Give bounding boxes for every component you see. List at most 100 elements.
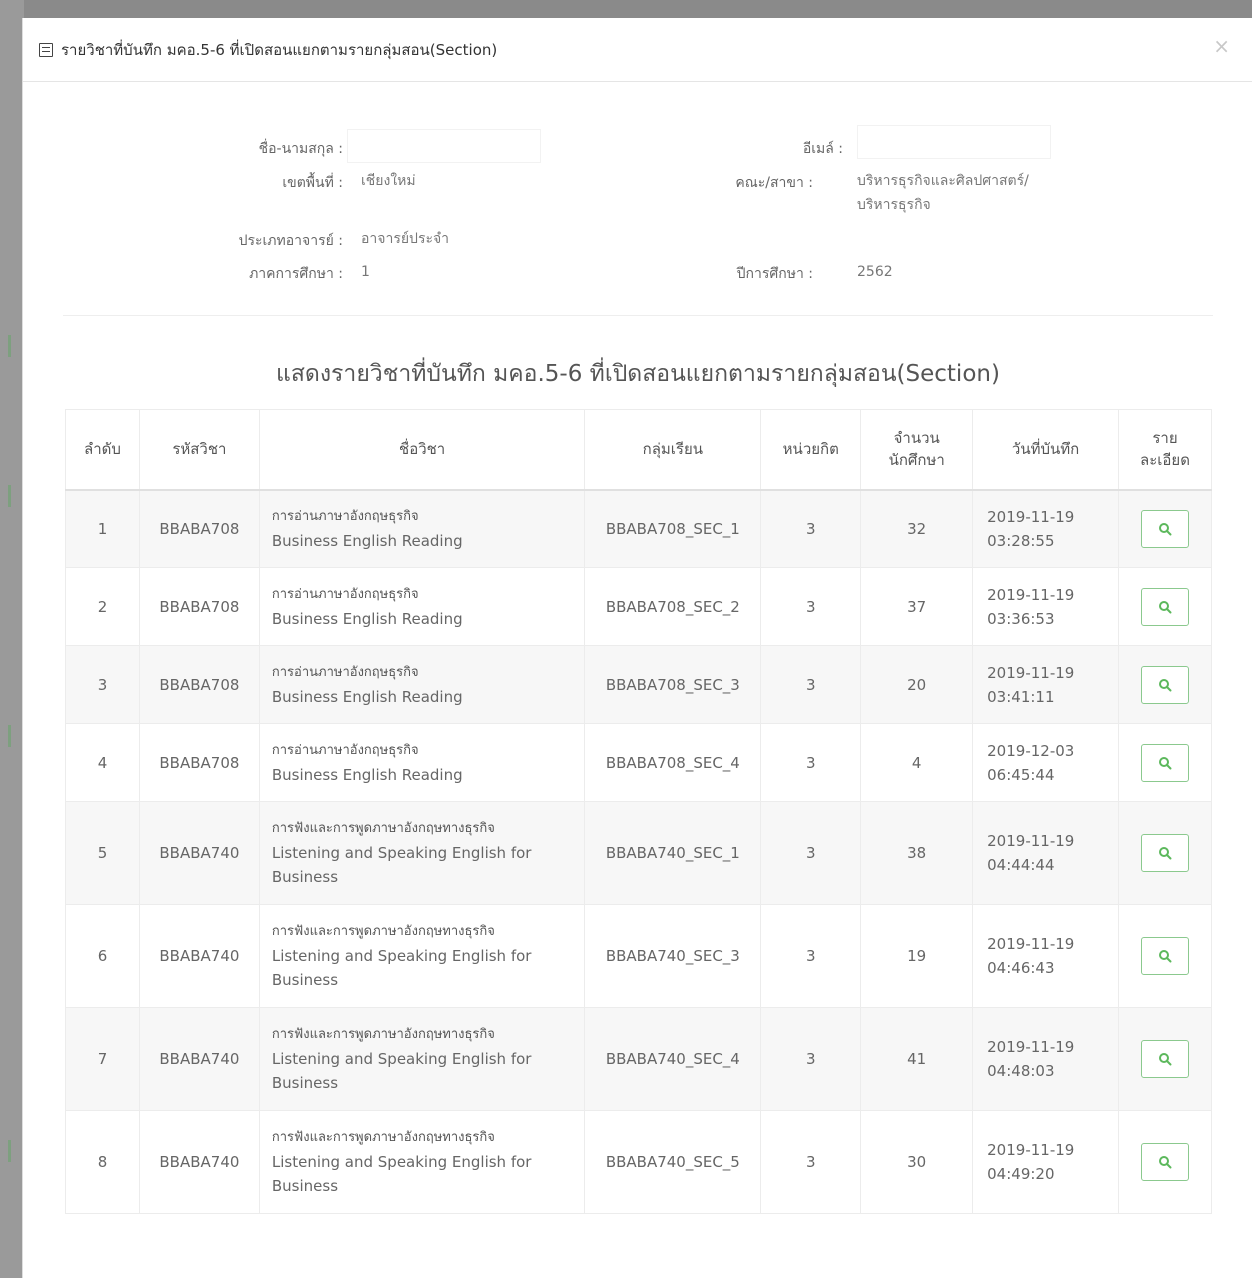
header-code: รหัสวิชา bbox=[138, 409, 260, 491]
cell-code: BBABA708 bbox=[138, 489, 260, 568]
time-value: 03:36:53 bbox=[987, 609, 1055, 628]
cell-code: BBABA740 bbox=[138, 801, 260, 905]
year-value: 2562 bbox=[857, 264, 893, 280]
detail-button[interactable] bbox=[1141, 1143, 1189, 1181]
cell-detail bbox=[1118, 723, 1212, 802]
cell-group: BBABA740_SEC_3 bbox=[584, 904, 762, 1008]
detail-button[interactable] bbox=[1141, 665, 1189, 704]
close-button[interactable]: × bbox=[1213, 36, 1230, 56]
list-icon bbox=[39, 42, 53, 57]
cell-credit: 3 bbox=[760, 1110, 862, 1214]
cell-detail bbox=[1118, 567, 1212, 646]
subject-thai: การฟังและการพูดภาษาอังกฤษทางธุรกิจ bbox=[271, 924, 495, 939]
detail-button[interactable] bbox=[1141, 743, 1189, 782]
cell-group: BBABA740_SEC_1 bbox=[584, 801, 762, 905]
cell-date: 2019-11-19 04:48:03 bbox=[972, 1007, 1120, 1111]
search-icon bbox=[1159, 600, 1172, 613]
detail-button[interactable] bbox=[1141, 509, 1189, 548]
subject-english: Business English Reading bbox=[271, 765, 463, 784]
cell-credit: 3 bbox=[760, 645, 862, 724]
cell-date: 2019-11-19 03:36:53 bbox=[972, 567, 1120, 646]
cell-detail bbox=[1118, 904, 1212, 1008]
date-value: 2019-11-19 bbox=[987, 663, 1075, 682]
cell-subject: การอ่านภาษาอังกฤษธุรกิจ Business English… bbox=[258, 723, 586, 802]
subject-thai: การอ่านภาษาอังกฤษธุรกิจ bbox=[271, 586, 419, 602]
cell-detail bbox=[1118, 1007, 1212, 1111]
subject-english: Listening and Speaking English for Busin… bbox=[271, 844, 532, 886]
date-value: 2019-11-19 bbox=[987, 935, 1075, 953]
modal-title: รายวิชาที่บันทึก มคอ.5-6 ที่เปิดสอนแยกตา… bbox=[39, 38, 497, 62]
faculty-value-line1: บริหารธุรกิจและศิลปศาสตร์/ bbox=[857, 173, 1029, 189]
header-group: กลุ่มเรียน bbox=[584, 409, 762, 491]
cell-subject: การฟังและการพูดภาษาอังกฤษทางธุรกิจ Liste… bbox=[258, 904, 586, 1008]
cell-credit: 3 bbox=[760, 567, 862, 646]
cell-no: 1 bbox=[65, 489, 140, 568]
table-row: 7 BBABA740 การฟังและการพูดภาษาอังกฤษทางธ… bbox=[65, 1007, 1212, 1111]
subject-english: Listening and Speaking English for Busin… bbox=[271, 1153, 532, 1195]
table-row: 2 BBABA708 การอ่านภาษาอังกฤษธุรกิจ Busin… bbox=[65, 567, 1212, 646]
teacher-type-label: ประเภทอาจารย์ : bbox=[238, 233, 343, 249]
table-row: 6 BBABA740 การฟังและการพูดภาษาอังกฤษทางธ… bbox=[65, 904, 1212, 1008]
cell-detail bbox=[1118, 645, 1212, 724]
cell-code: BBABA708 bbox=[138, 567, 260, 646]
cell-credit: 3 bbox=[760, 1007, 862, 1111]
cell-students: 38 bbox=[860, 801, 974, 905]
search-icon bbox=[1159, 1156, 1172, 1169]
date-value: 2019-11-19 bbox=[987, 1038, 1075, 1056]
cell-code: BBABA708 bbox=[138, 723, 260, 802]
time-value: 04:44:44 bbox=[987, 856, 1055, 874]
divider bbox=[63, 315, 1213, 316]
cell-students: 4 bbox=[860, 723, 974, 802]
date-value: 2019-11-19 bbox=[987, 832, 1075, 850]
subject-thai: การฟังและการพูดภาษาอังกฤษทางธุรกิจ bbox=[271, 1027, 495, 1042]
cell-date: 2019-11-19 03:28:55 bbox=[972, 489, 1120, 568]
cell-date: 2019-11-19 04:46:43 bbox=[972, 904, 1120, 1008]
cell-no: 4 bbox=[65, 723, 140, 802]
zone-value: เชียงใหม่ bbox=[361, 173, 416, 189]
cell-code: BBABA740 bbox=[138, 1110, 260, 1214]
modal-dialog: รายวิชาที่บันทึก มคอ.5-6 ที่เปิดสอนแยกตา… bbox=[22, 18, 1252, 1278]
cell-subject: การฟังและการพูดภาษาอังกฤษทางธุรกิจ Liste… bbox=[258, 801, 586, 905]
section-table: ลำดับ รหัสวิชา ชื่อวิชา กลุ่มเรียน หน่วย… bbox=[65, 409, 1212, 1214]
time-value: 03:41:11 bbox=[987, 687, 1055, 706]
teacher-type-value: อาจารย์ประจำ bbox=[361, 231, 450, 247]
search-icon bbox=[1159, 847, 1172, 860]
cell-subject: การฟังและการพูดภาษาอังกฤษทางธุรกิจ Liste… bbox=[258, 1007, 586, 1111]
cell-group: BBABA708_SEC_3 bbox=[584, 645, 762, 724]
cell-no: 2 bbox=[65, 567, 140, 646]
cell-group: BBABA740_SEC_5 bbox=[584, 1110, 762, 1214]
cell-no: 5 bbox=[65, 801, 140, 905]
header-credit: หน่วยกิต bbox=[760, 409, 862, 491]
modal-header: รายวิชาที่บันทึก มคอ.5-6 ที่เปิดสอนแยกตา… bbox=[23, 18, 1252, 82]
header-students: จำนวน นักศึกษา bbox=[860, 409, 974, 491]
cell-detail bbox=[1118, 1110, 1212, 1214]
detail-button[interactable] bbox=[1141, 1040, 1189, 1078]
time-value: 04:49:20 bbox=[987, 1165, 1055, 1183]
table-row: 5 BBABA740 การฟังและการพูดภาษาอังกฤษทางธ… bbox=[65, 801, 1212, 905]
year-label: ปีการศึกษา : bbox=[736, 266, 813, 282]
cell-group: BBABA708_SEC_2 bbox=[584, 567, 762, 646]
detail-button[interactable] bbox=[1141, 587, 1189, 626]
cell-no: 3 bbox=[65, 645, 140, 724]
cell-credit: 3 bbox=[760, 489, 862, 568]
detail-button[interactable] bbox=[1141, 937, 1189, 975]
cell-date: 2019-11-19 04:49:20 bbox=[972, 1110, 1120, 1214]
faculty-value-line2: บริหารธุรกิจ bbox=[857, 197, 931, 213]
table-row: 4 BBABA708 การอ่านภาษาอังกฤษธุรกิจ Busin… bbox=[65, 723, 1212, 802]
search-icon bbox=[1159, 950, 1172, 963]
cell-date: 2019-11-19 03:41:11 bbox=[972, 645, 1120, 724]
detail-button[interactable] bbox=[1141, 834, 1189, 872]
search-icon bbox=[1159, 678, 1172, 691]
subject-thai: การอ่านภาษาอังกฤษธุรกิจ bbox=[271, 742, 419, 758]
subject-english: Business English Reading bbox=[271, 609, 463, 628]
table-row: 8 BBABA740 การฟังและการพูดภาษาอังกฤษทางธ… bbox=[65, 1110, 1212, 1214]
subject-thai: การฟังและการพูดภาษาอังกฤษทางธุรกิจ bbox=[271, 821, 495, 836]
search-icon bbox=[1159, 756, 1172, 769]
subject-thai: การฟังและการพูดภาษาอังกฤษทางธุรกิจ bbox=[271, 1130, 495, 1145]
cell-date: 2019-11-19 04:44:44 bbox=[972, 801, 1120, 905]
faculty-label: คณะ/สาขา : bbox=[735, 175, 813, 191]
cell-credit: 3 bbox=[760, 904, 862, 1008]
modal-title-text: รายวิชาที่บันทึก มคอ.5-6 ที่เปิดสอนแยกตา… bbox=[61, 40, 498, 59]
cell-date: 2019-12-03 06:45:44 bbox=[972, 723, 1120, 802]
table-row: 3 BBABA708 การอ่านภาษาอังกฤษธุรกิจ Busin… bbox=[65, 645, 1212, 724]
